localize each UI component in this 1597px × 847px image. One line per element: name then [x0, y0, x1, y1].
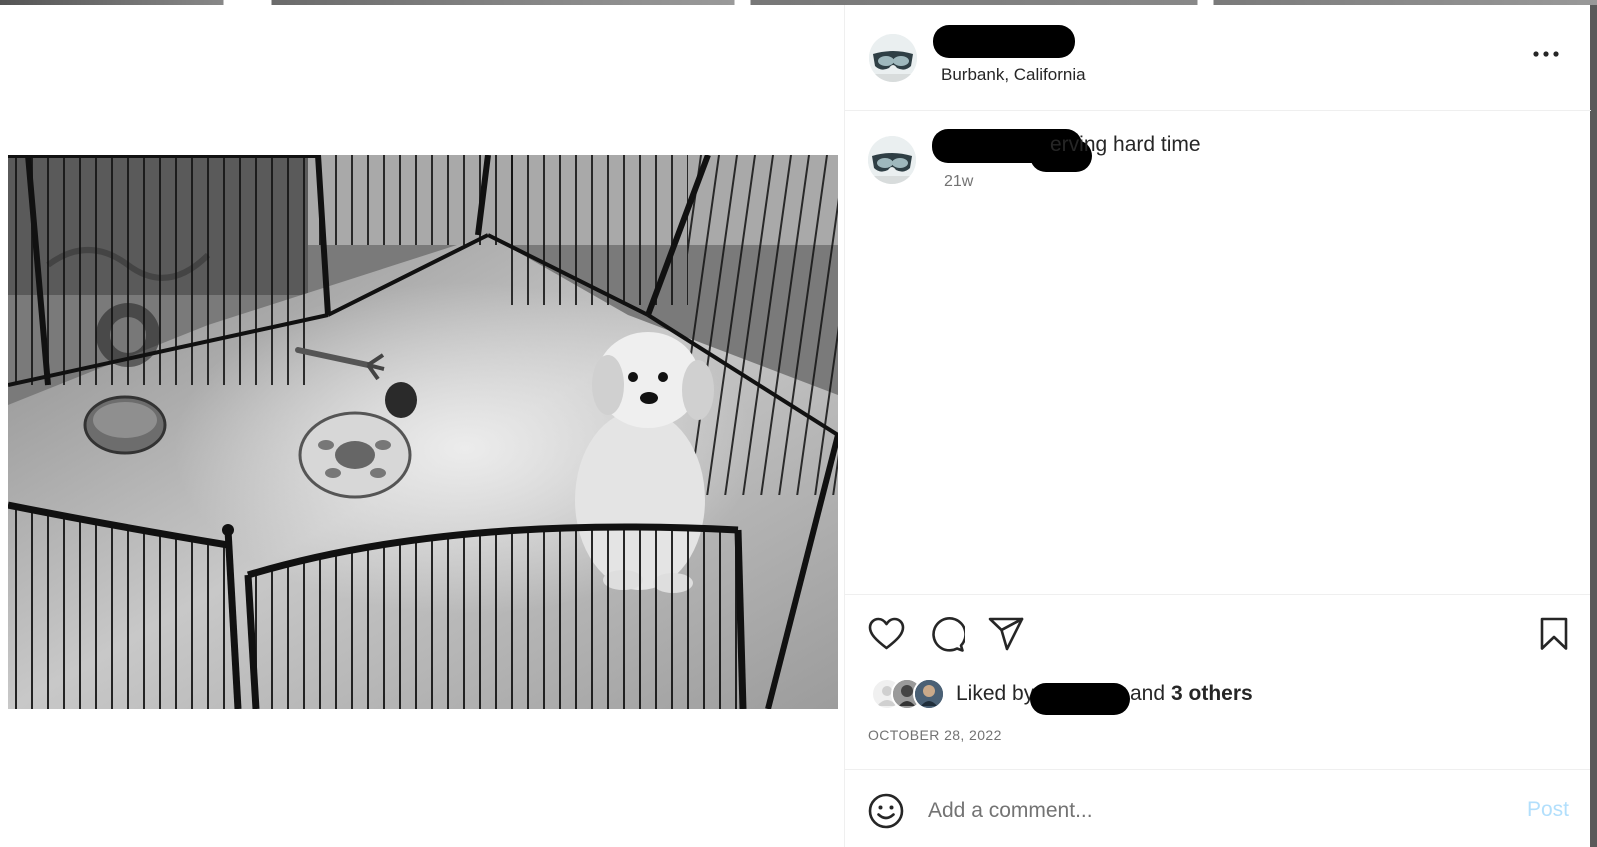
liked-by-middle: and [1130, 682, 1166, 705]
redacted-liker-name [1030, 683, 1130, 715]
puppy-in-playpen-image [8, 155, 838, 709]
sunglasses-avatar-image [868, 136, 916, 184]
comment-bubble-icon[interactable] [928, 616, 967, 657]
post-comment-button[interactable]: Post [1527, 798, 1569, 822]
post-photo [8, 155, 838, 709]
post-header: Burbank, California [845, 5, 1591, 111]
liked-by-prefix: Liked by [956, 682, 1035, 705]
liker-avatar-photo[interactable] [913, 678, 945, 710]
comment-input[interactable] [928, 796, 1488, 826]
redacted-username [933, 25, 1075, 58]
comment-divider [844, 769, 1590, 770]
actions-divider [844, 594, 1590, 595]
post-location[interactable]: Burbank, California [941, 65, 1086, 85]
post-caption: erving hard time [1050, 133, 1201, 156]
bookmark-icon[interactable] [1538, 617, 1570, 656]
modal-right-gutter [1590, 5, 1597, 847]
author-avatar[interactable] [869, 34, 917, 82]
post-date: OCTOBER 28, 2022 [868, 727, 1002, 743]
paper-plane-icon[interactable] [988, 617, 1024, 656]
caption-age[interactable]: 21w [944, 173, 973, 191]
heart-icon[interactable] [868, 617, 905, 656]
post-media-area [0, 5, 845, 847]
likes-others-count[interactable]: 3 others [1171, 682, 1253, 705]
more-options-icon[interactable] [1528, 42, 1564, 66]
sunglasses-avatar-image [869, 34, 917, 82]
caption-author-avatar[interactable] [868, 136, 916, 184]
liked-by-others-link[interactable]: 3 others [1171, 682, 1253, 706]
smiley-icon[interactable] [868, 793, 904, 834]
